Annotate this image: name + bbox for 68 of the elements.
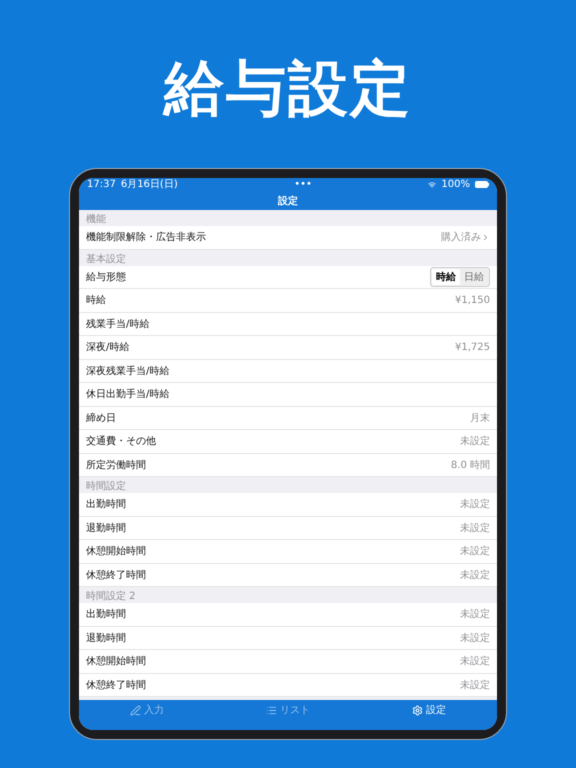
settings-row[interactable]: 所定労働時間 8.0 時間 — [79, 454, 497, 477]
settings-row[interactable]: 機能制限解除・広告非表示 購入済み — [79, 226, 497, 250]
row-label: 時給 — [86, 294, 106, 308]
row-value: 未設定 — [460, 434, 490, 448]
row-value: 未設定 — [460, 568, 490, 582]
row-label: 深夜残業手当/時給 — [86, 364, 170, 378]
settings-row[interactable]: 交通費・その他 未設定 — [79, 430, 497, 454]
row-value: 未設定 — [460, 544, 490, 558]
settings-row[interactable]: 休憩終了時間 未設定 — [79, 564, 497, 587]
settings-row[interactable]: 休憩開始時間 未設定 — [79, 540, 497, 564]
row-label: 休憩終了時間 — [86, 568, 146, 582]
chevron-icon — [481, 232, 490, 242]
row-label: 出勤時間 — [86, 498, 126, 512]
row-value: 8.0 時間 — [450, 458, 490, 472]
row-label: 締め日 — [86, 412, 116, 425]
section-header: 時間設定 — [85, 480, 127, 493]
section-header: 時間設定 2 — [85, 590, 137, 603]
settings-row[interactable]: 休日出勤手当/時給 — [79, 383, 497, 406]
row-label: 休憩開始時間 — [86, 544, 146, 558]
multitask-dots[interactable]: ••• — [294, 178, 312, 190]
status-time: 17:37 — [87, 178, 116, 190]
segment-option[interactable]: 日給 — [460, 268, 488, 285]
settings-icon — [412, 704, 423, 716]
row-value: 未設定 — [460, 498, 490, 512]
settings-row[interactable]: 退勤時間 未設定 — [79, 516, 497, 540]
settings-row[interactable]: 深夜/時給 ¥1,725 — [79, 336, 497, 360]
tab-item[interactable]: 設定 — [412, 703, 446, 717]
row-label: 給与形態 — [86, 270, 126, 284]
battery-percent: 100% — [441, 178, 470, 190]
row-label: 休日出勤手当/時給 — [86, 388, 170, 402]
section-header: 基本設定 — [85, 252, 127, 266]
settings-row[interactable]: 休憩開始時間 未設定 — [79, 650, 497, 674]
section-header: 機能 — [85, 212, 107, 226]
settings-row[interactable]: 休憩終了時間 未設定 — [79, 674, 497, 697]
segment-option[interactable]: 時給 — [432, 268, 460, 285]
row-label: 機能制限解除・広告非表示 — [86, 230, 206, 244]
row-value: 未設定 — [460, 654, 490, 668]
row-label: 休憩終了時間 — [86, 678, 146, 692]
settings-row[interactable]: 深夜残業手当/時給 — [79, 360, 497, 383]
settings-row[interactable]: 時給 ¥1,150 — [79, 289, 497, 312]
row-value: 月末 — [470, 412, 490, 425]
wifi-icon — [428, 180, 436, 188]
row-value: 購入済み — [441, 230, 481, 244]
row-value: 未設定 — [460, 522, 490, 535]
row-label: 退勤時間 — [86, 632, 126, 645]
headline: 給与設定 — [164, 53, 412, 126]
pencil-icon — [130, 704, 141, 716]
settings-row[interactable]: 出勤時間 未設定 — [79, 493, 497, 516]
settings-row[interactable]: 退勤時間 未設定 — [79, 626, 497, 650]
row-label: 休憩開始時間 — [86, 654, 146, 668]
row-label: 所定労働時間 — [86, 458, 146, 472]
row-label: 交通費・その他 — [86, 434, 156, 448]
row-label: 残業手当/時給 — [86, 318, 150, 331]
list-icon — [266, 704, 277, 716]
status-date: 6月16日(日) — [120, 178, 178, 190]
row-value: 未設定 — [460, 632, 490, 645]
row-value: 未設定 — [460, 678, 490, 692]
battery-icon — [475, 181, 490, 188]
nav-title: 設定 — [276, 194, 299, 208]
row-label: 深夜/時給 — [86, 340, 130, 354]
row-label: 退勤時間 — [86, 522, 126, 535]
row-value: ¥1,150 — [455, 294, 490, 306]
row-value: 未設定 — [460, 608, 490, 622]
settings-row[interactable]: 締め日 月末 — [79, 406, 497, 430]
settings-row[interactable]: 出勤時間 未設定 — [79, 603, 497, 626]
row-value: ¥1,725 — [455, 342, 490, 353]
settings-row[interactable]: 残業手当/時給 — [79, 312, 497, 336]
row-label: 出勤時間 — [86, 608, 126, 622]
